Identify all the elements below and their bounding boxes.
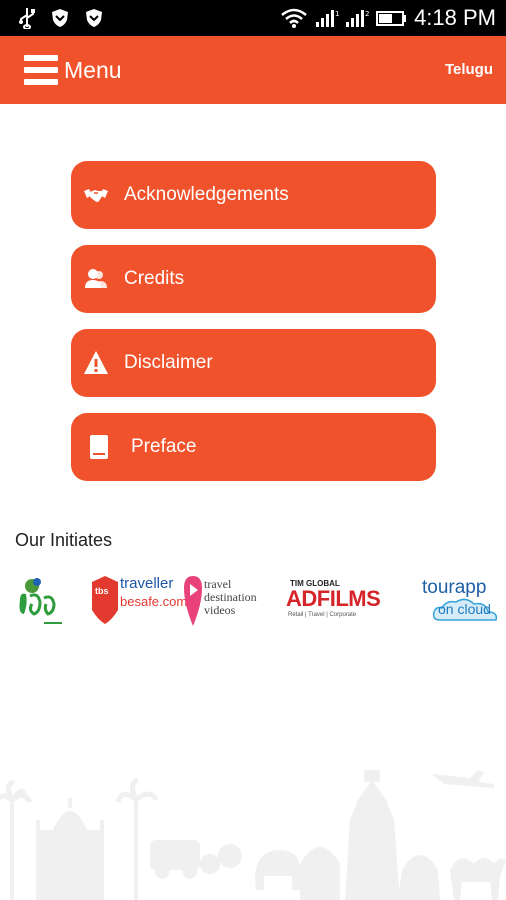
shield-icon: [86, 9, 102, 27]
initiates-title: Our Initiates: [15, 530, 113, 550]
signal-icon: 1: [316, 10, 339, 27]
svg-text:2: 2: [365, 10, 369, 18]
menu-label: Menu: [64, 57, 122, 83]
tbs-line2: besafe.com: [120, 594, 188, 609]
usb-icon: [19, 8, 35, 29]
menu-item-label: Acknowledgements: [124, 184, 289, 205]
status-time: 4:18 PM: [414, 5, 496, 30]
disclaimer-button[interactable]: Disclaimer: [71, 329, 436, 397]
language-toggle-button[interactable]: Telugu: [445, 60, 493, 80]
shield-icon: [52, 9, 68, 27]
status-bar: 1 2 4:18 PM: [0, 0, 506, 36]
tdv-logo[interactable]: travel destination videos: [184, 570, 257, 632]
warning-icon: [84, 351, 108, 374]
menu-item-label: Disclaimer: [124, 352, 213, 373]
users-icon: [85, 269, 107, 288]
tourapp-line1: tourapp: [422, 577, 487, 598]
adfilms-line3: Retail | Travel | Corporate: [288, 612, 357, 618]
tbs-badge-text: tbs: [95, 586, 109, 596]
vihara-logo[interactable]: [14, 570, 66, 632]
preface-button[interactable]: Preface: [71, 413, 436, 481]
tdv-line3: videos: [204, 603, 236, 617]
acknowledgements-button[interactable]: Acknowledgements: [71, 161, 436, 229]
tim-adfilms-logo[interactable]: TIM GLOBAL ADFILMS Retail | Travel | Cor…: [286, 570, 386, 632]
initiates-logos: tbs traveller besafe.com travel destinat…: [0, 570, 506, 632]
app-bar: Menu Telugu: [0, 36, 506, 104]
menu-item-label: Credits: [124, 268, 185, 289]
tbs-logo[interactable]: tbs traveller besafe.com: [92, 570, 187, 632]
tourapp-line2: on cloud: [438, 601, 491, 617]
credits-button[interactable]: Credits: [71, 245, 436, 313]
tbs-line1: traveller: [120, 575, 174, 592]
tbs-badge-icon: [92, 576, 118, 624]
map-pin-play-icon: [184, 576, 202, 626]
menu-item-label: Preface: [131, 436, 197, 457]
document-icon: [90, 435, 108, 459]
wifi-icon: [281, 8, 307, 28]
tourapp-logo[interactable]: tourapp on cloud: [422, 570, 506, 632]
hamburger-icon: [24, 55, 58, 85]
menu-list: Acknowledgements Credits Disclaimer Pref…: [71, 161, 436, 497]
landmarks-skyline-illustration: [0, 770, 506, 900]
adfilms-line2: ADFILMS: [286, 586, 381, 611]
signal-icon: 2: [346, 10, 369, 27]
battery-icon: [376, 11, 406, 26]
svg-text:1: 1: [335, 10, 339, 18]
menu-button[interactable]: Menu: [24, 50, 122, 90]
handshake-icon: [84, 189, 108, 202]
